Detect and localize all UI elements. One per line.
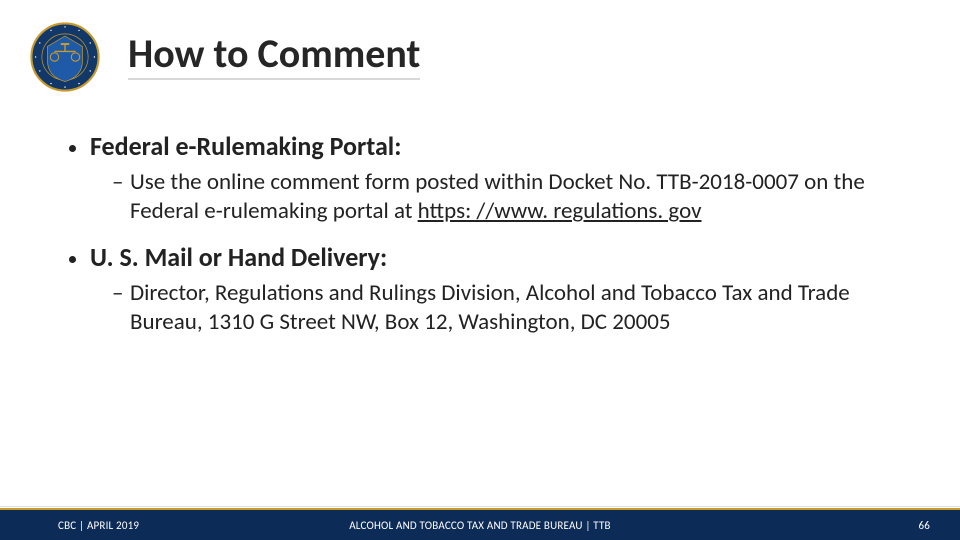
header: How to Comment: [30, 22, 420, 92]
agency-seal-icon: [30, 22, 100, 92]
bullet-label: U. S. Mail or Hand Delivery:: [90, 241, 387, 273]
content: Federal e-Rulemaking Portal: Use the onl…: [60, 130, 920, 352]
footer-left: CBC | APRIL 2019: [58, 519, 139, 532]
footer-page-number: 66: [918, 519, 930, 532]
slide-title: How to Comment: [128, 34, 420, 80]
sub-bullet-mail: Director, Regulations and Rulings Divisi…: [112, 279, 920, 338]
bullet-mail: U. S. Mail or Hand Delivery: Director, R…: [90, 241, 920, 338]
regulations-gov-link[interactable]: https: //www. regulations. gov: [418, 197, 702, 225]
bullet-portal: Federal e-Rulemaking Portal: Use the onl…: [90, 130, 920, 227]
sub-text: Director, Regulations and Rulings Divisi…: [130, 279, 850, 336]
footer: CBC | APRIL 2019 ALCOHOL AND TOBACCO TAX…: [0, 510, 960, 540]
slide: How to Comment Federal e-Rulemaking Port…: [0, 0, 960, 540]
footer-divider-light: [0, 506, 960, 507]
bullet-label: Federal e-Rulemaking Portal:: [90, 130, 401, 162]
sub-bullet-portal: Use the online comment form posted withi…: [112, 168, 920, 227]
footer-center: ALCOHOL AND TOBACCO TAX AND TRADE BUREAU…: [0, 519, 960, 532]
